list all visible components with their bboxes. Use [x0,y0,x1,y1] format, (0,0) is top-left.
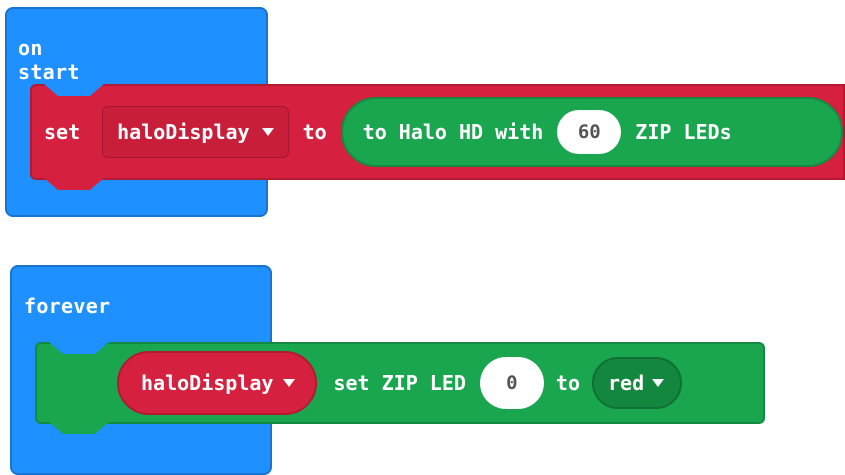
color-value: red [608,371,645,395]
set-zip-led-block[interactable]: haloDisplay set ZIP LED 0 to red [35,342,765,424]
halo-create-suffix: ZIP LEDs [635,120,732,144]
halo-display-variable-pill[interactable]: haloDisplay [117,351,318,415]
halo-create-prefix: to Halo HD with [362,120,544,144]
variable-dropdown[interactable]: haloDisplay [102,106,289,158]
forever-label: forever [24,294,111,318]
halo-hd-create-block[interactable]: to Halo HD with 60 ZIP LEDs [340,97,843,167]
set-block-bottom-notch [44,178,104,190]
zip-variable-name: haloDisplay [141,371,274,395]
chevron-down-icon [652,379,665,387]
set-block-notch-shape [44,84,104,96]
set-keyword: set [44,120,81,144]
set-zip-led-keyword: set ZIP LED [333,371,466,395]
zip-block-notch-shape [49,342,109,354]
chevron-down-icon [283,379,296,387]
set-variable-block[interactable]: set haloDisplay to to Halo HD with 60 ZI… [30,84,845,180]
color-dropdown[interactable]: red [592,357,683,409]
on-start-label: on start [18,36,80,84]
variable-name: haloDisplay [117,120,250,144]
chevron-down-icon [261,128,274,136]
led-index-input[interactable]: 0 [479,357,544,409]
zip-to-keyword: to [555,371,580,395]
to-keyword: to [302,120,327,144]
led-count-input[interactable]: 60 [557,110,622,154]
zip-block-bottom-notch [49,422,109,434]
